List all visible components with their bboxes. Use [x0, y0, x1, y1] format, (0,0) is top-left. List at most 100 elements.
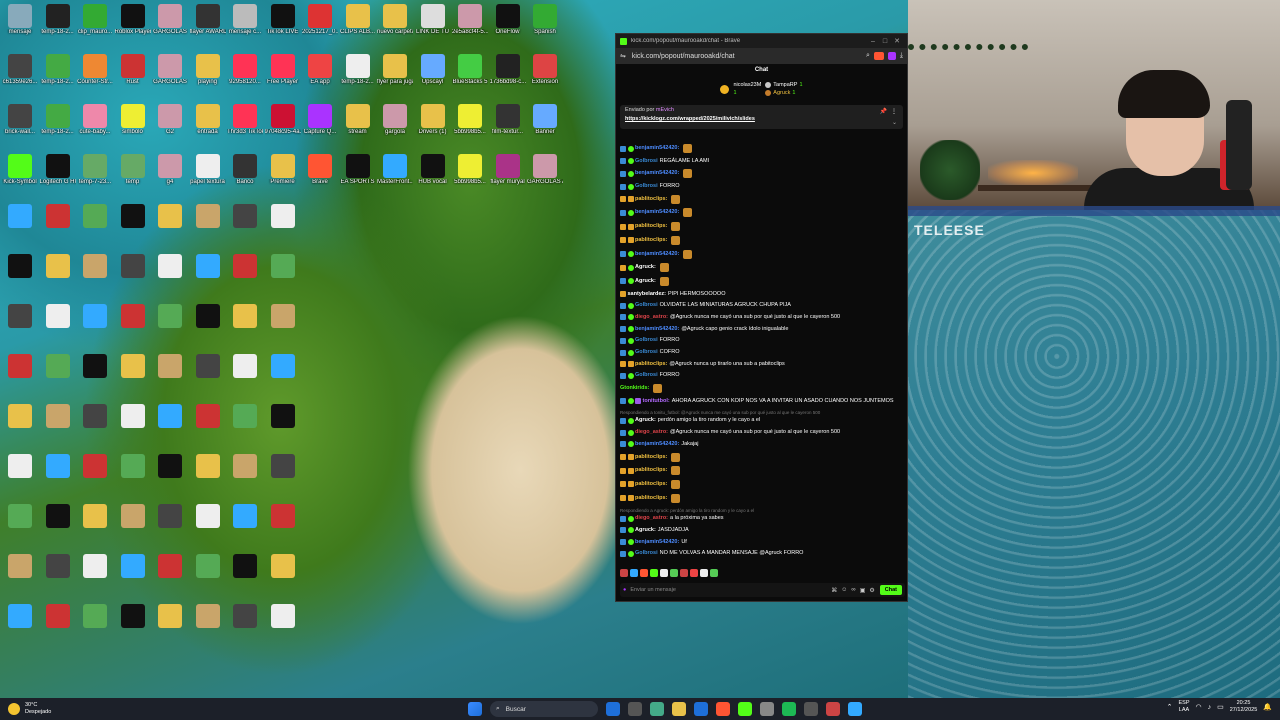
chat-username[interactable]: benjamin542420: [635, 145, 679, 152]
chat-message[interactable]: Agruck: JASDJADJA [620, 527, 906, 534]
quick-emote-icon[interactable] [660, 569, 668, 577]
desktop-icon[interactable] [40, 454, 76, 478]
desktop-icon[interactable]: flayer muryal [490, 154, 526, 186]
badge-icon[interactable] [620, 158, 626, 165]
notifications-icon[interactable]: 🔔 [1263, 703, 1272, 711]
desktop-icon[interactable]: temp-7-23... [77, 154, 113, 186]
desktop-icon[interactable]: GARGOLAS [152, 4, 188, 36]
desktop-icon[interactable]: 5bb998b5... [452, 104, 488, 136]
badge-icon[interactable] [620, 337, 626, 344]
chat-username[interactable]: Gtonkirids: [620, 385, 649, 392]
chat-message[interactable]: benjamin542420: [620, 249, 906, 259]
badge-icon[interactable] [620, 223, 626, 230]
taskbar-app-icon[interactable] [760, 702, 774, 716]
desktop-icon[interactable]: temp-18-2... [40, 54, 76, 86]
desktop-icon[interactable] [227, 354, 263, 378]
desktop-icon[interactable]: g4 [152, 154, 188, 186]
download-icon[interactable]: ⤓ [900, 52, 903, 60]
chat-username[interactable]: benjamin542420: [635, 251, 679, 258]
desktop-icon[interactable] [190, 354, 226, 378]
desktop-icon[interactable] [115, 604, 151, 628]
chat-input-placeholder[interactable]: Enviar un mensaje [630, 587, 827, 593]
chat-message[interactable]: diego_astro: a la próxima ya sabes [620, 515, 906, 522]
chat-message[interactable]: Golbrosi FORRO [620, 372, 906, 379]
desktop-icon[interactable] [265, 354, 301, 378]
desktop-icon[interactable] [115, 554, 151, 578]
more-options-icon[interactable]: ⋮ [891, 108, 897, 115]
desktop-icon[interactable] [227, 404, 263, 428]
taskbar-app-icon[interactable] [694, 702, 708, 716]
taskbar-app-icon[interactable] [606, 702, 620, 716]
chat-message[interactable]: diego_astro: @Agruck nunca me cayó una su… [620, 314, 906, 321]
chat-message[interactable]: benjamin542420: [620, 169, 906, 179]
desktop-icon[interactable] [190, 254, 226, 278]
desktop-icon[interactable] [40, 254, 76, 278]
desktop-icon[interactable]: Free Player [265, 54, 301, 86]
desktop-icon[interactable]: playing [190, 54, 226, 86]
badge-icon[interactable] [627, 183, 634, 190]
maximize-button[interactable]: □ [879, 38, 891, 45]
taskbar-app-icon[interactable] [804, 702, 818, 716]
desktop-icon[interactable] [77, 304, 113, 328]
address-bar[interactable]: ⇋ kick.com/popout/maurooakd/chat ⌕ ⤓ [616, 48, 907, 64]
badge-icon[interactable] [620, 302, 626, 309]
badge-icon[interactable] [620, 429, 626, 436]
weather-widget[interactable]: 30°C Despejado [8, 702, 128, 716]
badge-icon[interactable] [627, 515, 634, 522]
badge-icon[interactable] [627, 337, 634, 344]
badge-icon[interactable] [620, 417, 626, 424]
chat-username[interactable]: pablitoclips: [635, 196, 667, 203]
desktop-icon[interactable]: cute-baby... [77, 104, 113, 136]
chat-username[interactable]: Golbrosi [635, 337, 658, 344]
desktop-icon[interactable] [77, 204, 113, 228]
desktop-icon[interactable] [227, 454, 263, 478]
chat-message[interactable]: pablitoclips: [620, 493, 906, 503]
badge-icon[interactable] [627, 170, 634, 177]
chat-message[interactable]: pablitoclips: [620, 479, 906, 489]
desktop-icon[interactable] [115, 304, 151, 328]
chat-username[interactable]: pablitoclips: [635, 237, 667, 244]
desktop-icon[interactable]: Banner [527, 104, 563, 136]
desktop-icon[interactable]: c61359e26... [2, 54, 38, 86]
badge-icon[interactable] [627, 264, 634, 271]
browser-window[interactable]: kick.com/popout/maurooakd/chat - Brave –… [615, 33, 908, 602]
desktop-icon[interactable] [190, 504, 226, 528]
desktop-icon[interactable]: Spanish [527, 4, 563, 36]
desktop-icon[interactable] [265, 404, 301, 428]
desktop-icon[interactable]: Brave [302, 154, 338, 186]
search-box[interactable]: ⌕ Buscar [490, 701, 598, 717]
badge-icon[interactable] [620, 550, 626, 557]
taskbar-app-icon[interactable] [628, 702, 642, 716]
chat-username[interactable]: Golbrosi [635, 372, 658, 379]
desktop-icon[interactable]: CLIPS ALB... [340, 4, 376, 36]
desktop-icon[interactable] [77, 354, 113, 378]
desktop-icon[interactable]: Roblox Player [115, 4, 151, 36]
desktop-icon[interactable] [265, 204, 301, 228]
badge-icon[interactable] [620, 372, 626, 379]
badge-icon[interactable] [620, 454, 626, 460]
url-text[interactable]: kick.com/popout/maurooakd/chat [632, 53, 862, 60]
desktop-icon[interactable] [40, 554, 76, 578]
points-icon[interactable]: ∞ [851, 587, 855, 593]
desktop-icon[interactable] [152, 604, 188, 628]
taskbar-app-icon[interactable] [848, 702, 862, 716]
desktop-icon[interactable]: Drivers (1) [415, 104, 451, 136]
chat-message[interactable]: Golbrosi OLVIDATE LAS MINIATURAS AGRUCK C… [620, 302, 906, 309]
quick-emote-icon[interactable] [620, 569, 628, 577]
chat-message[interactable]: pablitoclips: [620, 235, 906, 245]
chat-message[interactable]: benjamin542420: [620, 208, 906, 218]
chat-message[interactable]: Golbrosi REGÁLAME LA AMI [620, 158, 906, 165]
chat-message[interactable]: pablitoclips: [620, 466, 906, 476]
badge-icon[interactable] [620, 209, 626, 216]
badge-icon[interactable] [627, 398, 634, 405]
desktop-icon[interactable] [265, 504, 301, 528]
start-icon[interactable] [468, 702, 482, 716]
desktop-icon[interactable] [40, 404, 76, 428]
desktop-icon[interactable]: Rust [115, 54, 151, 86]
badge-icon[interactable] [627, 441, 634, 448]
desktop-icon[interactable]: temp-18-2... [340, 54, 376, 86]
desktop-icon[interactable]: temp-18-2... [40, 4, 76, 36]
desktop-icon[interactable]: film-textur... [490, 104, 526, 136]
chat-username[interactable]: benjamin542420: [635, 539, 679, 546]
desktop-icon[interactable]: GARGOLAS [152, 54, 188, 86]
